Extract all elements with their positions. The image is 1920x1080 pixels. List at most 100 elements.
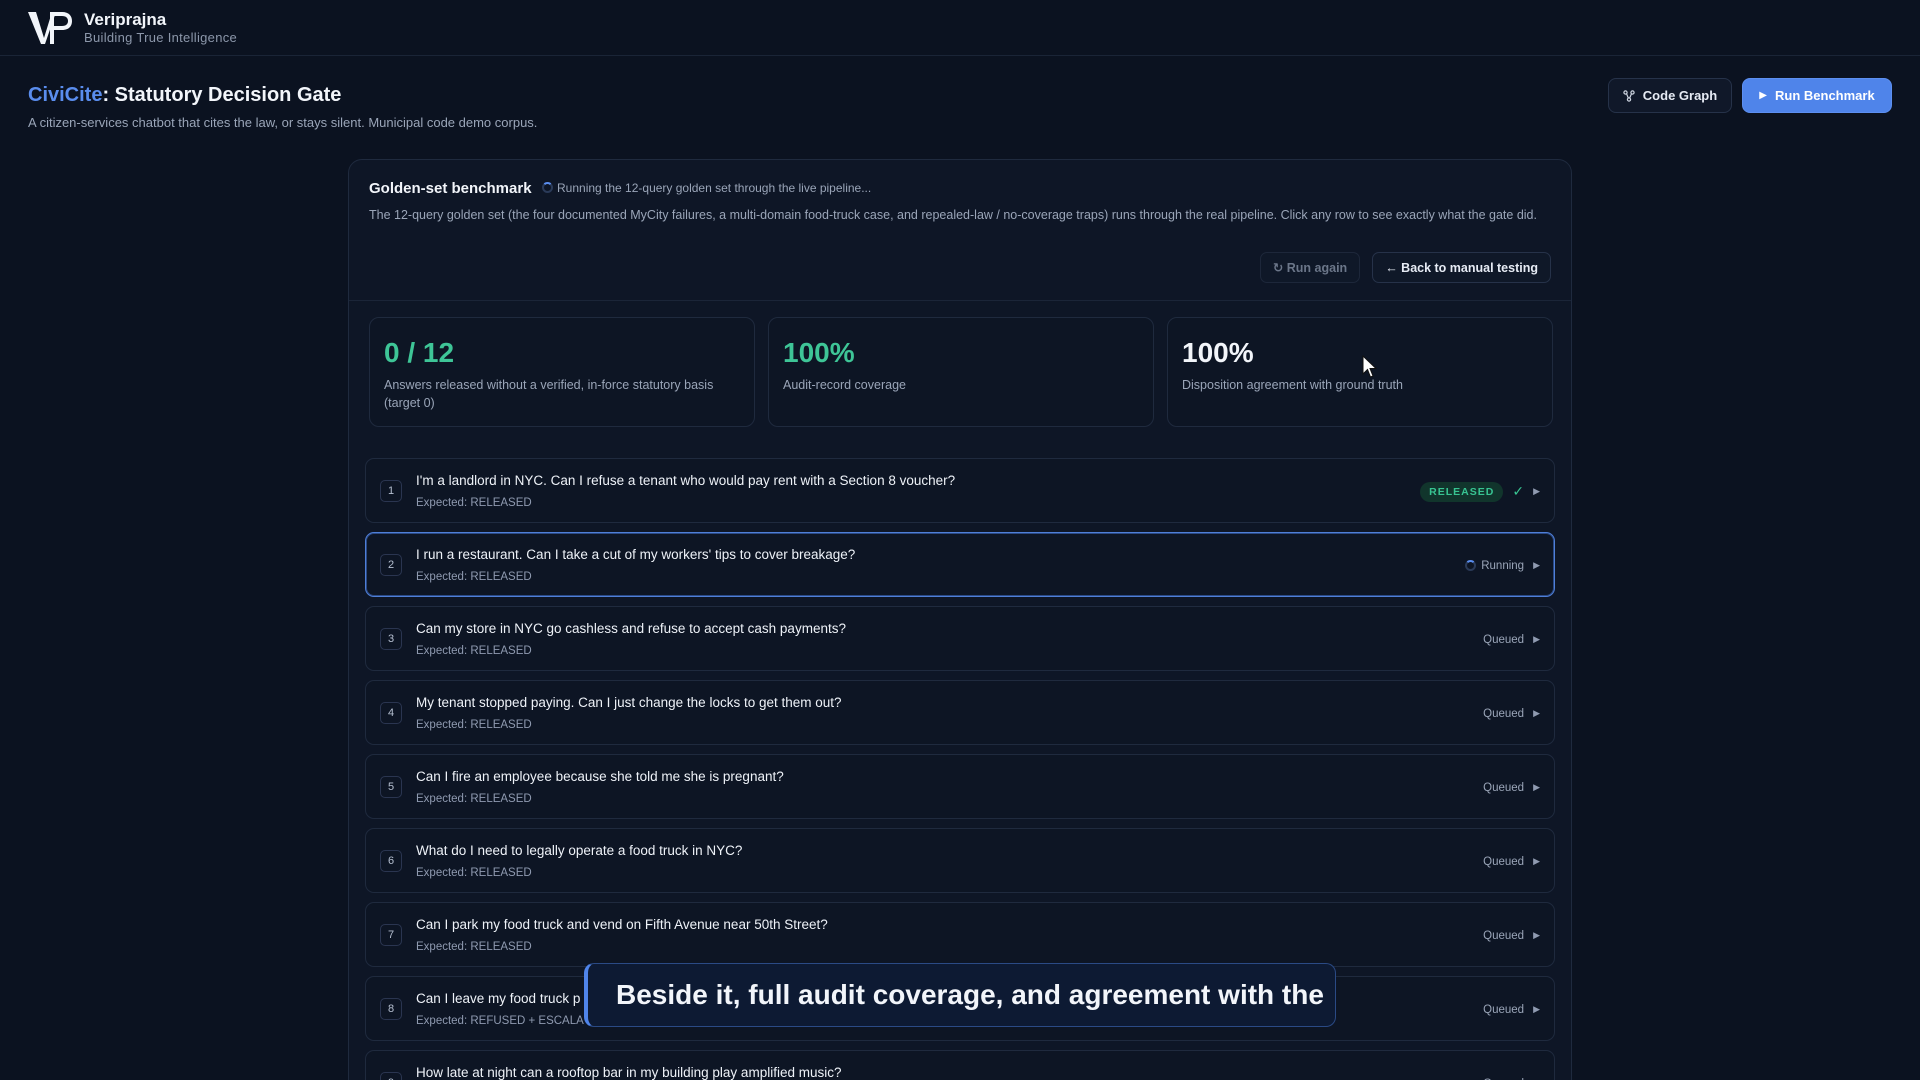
panel-status: Running the 12-query golden set through … (542, 181, 871, 195)
page-title-rest: : Statutory Decision Gate (102, 84, 342, 106)
status-text: Queued (1483, 1004, 1524, 1016)
expand-arrow-icon[interactable]: ▶ (1533, 486, 1540, 497)
panel-status-text: Running the 12-query golden set through … (557, 180, 872, 195)
query-row[interactable]: 5 Can I fire an employee because she told… (365, 754, 1555, 819)
expand-arrow-icon[interactable]: ▶ (1533, 930, 1540, 941)
row-expected: Expected: RELEASED (416, 941, 532, 953)
video-caption: Beside it, full audit coverage, and agre… (584, 963, 1336, 1027)
row-question: Can I park my food truck and vend on Fif… (416, 917, 828, 932)
query-row[interactable]: 2 I run a restaurant. Can I take a cut of… (365, 532, 1555, 597)
row-question: How late at night can a rooftop bar in m… (416, 1065, 842, 1080)
status-label: Queued (1483, 855, 1525, 868)
row-expected: Expected: RELEASED (416, 867, 532, 879)
graph-icon (1623, 89, 1635, 102)
spinner-icon (542, 182, 553, 193)
status-label: Queued (1483, 633, 1525, 646)
row-expected: Expected: REFUSED + ESCALA (416, 1015, 584, 1027)
row-status-area: Queued▶ (1483, 1051, 1540, 1080)
status-label: Queued (1483, 929, 1525, 942)
expand-arrow-icon[interactable]: ▶ (1533, 560, 1540, 571)
row-question: Can I leave my food truck p (416, 991, 581, 1006)
row-question: I run a restaurant. Can I take a cut of … (416, 547, 856, 562)
metric-value: 100% (1182, 337, 1254, 368)
code-graph-label: Code Graph (1642, 88, 1718, 103)
back-to-manual-button[interactable]: ← Back to manual testing (1372, 252, 1551, 283)
row-expected: Expected: RELEASED (416, 719, 532, 731)
metric-card-unverified: 0 / 12 Answers released without a verifi… (369, 317, 755, 427)
panel-description: The 12-query golden set (the four docume… (369, 208, 1537, 222)
spinner-icon (1465, 560, 1477, 571)
panel-actions: ↻ Run again ← Back to manual testing (1259, 252, 1551, 283)
query-row[interactable]: 1 I'm a landlord in NYC. Can I refuse a t… (365, 458, 1555, 523)
page-title-accent: CiviCite (28, 84, 103, 106)
metric-label: Answers released without a verified, in-… (384, 378, 714, 410)
expand-arrow-icon[interactable]: ▶ (1533, 708, 1540, 719)
row-number: 4 (380, 702, 402, 724)
row-question: Can my store in NYC go cashless and refu… (416, 621, 846, 636)
query-row[interactable]: 4 My tenant stopped paying. Can I just ch… (365, 680, 1555, 745)
play-icon: ▶ (1759, 90, 1767, 101)
row-expected: Expected: RELEASED (416, 793, 532, 805)
row-status-area: Queued ▶ (1483, 829, 1540, 894)
expand-arrow-icon[interactable]: ▶ (1533, 782, 1540, 793)
row-status-area: Queued ▶ (1483, 903, 1540, 968)
metric-card-agreement: 100% Disposition agreement with ground t… (1167, 317, 1553, 427)
brand-tagline: Building True Intelligence (84, 29, 238, 45)
status-label: Running (1481, 559, 1525, 572)
row-status-area: Queued ▶ (1483, 607, 1540, 672)
row-expected: Expected: RELEASED (416, 497, 532, 509)
row-number: 9 (380, 1072, 402, 1080)
veriprajna-logo-icon (28, 11, 72, 44)
query-row[interactable]: 9 How late at night can a rooftop bar in … (365, 1050, 1555, 1080)
row-number: 3 (380, 628, 402, 650)
row-number: 8 (380, 998, 402, 1020)
status-text: Queued (1483, 856, 1524, 868)
row-number: 6 (380, 850, 402, 872)
row-status-area: RELEASED ✓ ▶ (1420, 459, 1540, 524)
code-graph-button[interactable]: Code Graph (1608, 78, 1732, 113)
metric-label: Disposition agreement with ground truth (1182, 378, 1403, 392)
status-text: Queued (1483, 930, 1524, 942)
run-again-button[interactable]: ↻ Run again (1259, 252, 1361, 283)
status-label: Queued (1483, 1003, 1525, 1016)
row-question: I'm a landlord in NYC. Can I refuse a te… (416, 473, 956, 488)
query-row[interactable]: 7 Can I park my food truck and vend on Fi… (365, 902, 1555, 967)
row-number: 7 (380, 924, 402, 946)
row-status-area: Running ▶ (1465, 533, 1540, 598)
row-question: What do I need to legally operate a food… (416, 843, 743, 858)
expand-arrow-icon[interactable]: ▶ (1533, 634, 1540, 645)
status-text: Queued (1483, 634, 1524, 646)
panel-title: Golden-set benchmark (369, 180, 532, 197)
page-title: CiviCite: Statutory Decision Gate (28, 84, 341, 107)
mouse-cursor-icon (1362, 355, 1378, 378)
status-label: Queued (1483, 707, 1525, 720)
query-row[interactable]: 3 Can my store in NYC go cashless and ref… (365, 606, 1555, 671)
brand-name: Veriprajna (84, 9, 167, 29)
row-number: 1 (380, 480, 402, 502)
metric-card-audit: 100% Audit-record coverage (768, 317, 1154, 427)
status-text: Queued (1483, 782, 1524, 794)
row-status-area: Queued ▶ (1483, 755, 1540, 820)
status-badge: RELEASED (1420, 481, 1504, 502)
row-number: 5 (380, 776, 402, 798)
expand-arrow-icon[interactable]: ▶ (1533, 856, 1540, 867)
benchmark-panel: Golden-set benchmark Running the 12-quer… (348, 159, 1572, 1080)
top-bar: Veriprajna Building True Intelligence (0, 0, 1920, 56)
metric-value: 100% (783, 337, 855, 368)
row-number: 2 (380, 554, 402, 576)
metric-value: 0 / 12 (384, 337, 455, 368)
status-label: Queued (1483, 781, 1525, 794)
row-status-area: Queued ▶ (1483, 681, 1540, 746)
panel-header: Golden-set benchmark Running the 12-quer… (349, 160, 1571, 301)
row-question: Can I fire an employee because she told … (416, 769, 784, 784)
expand-arrow-icon[interactable]: ▶ (1533, 1004, 1540, 1015)
brand: Veriprajna Building True Intelligence (84, 10, 237, 46)
page-subtitle: A citizen-services chatbot that cites th… (28, 115, 538, 130)
run-benchmark-label: Run Benchmark (1775, 88, 1875, 103)
row-expected: Expected: RELEASED (416, 571, 532, 583)
run-benchmark-button[interactable]: ▶ Run Benchmark (1742, 78, 1892, 113)
row-status-area: Queued ▶ (1483, 977, 1540, 1042)
metric-label: Audit-record coverage (783, 378, 906, 392)
query-row[interactable]: 6 What do I need to legally operate a foo… (365, 828, 1555, 893)
status-text: Running (1465, 560, 1524, 572)
